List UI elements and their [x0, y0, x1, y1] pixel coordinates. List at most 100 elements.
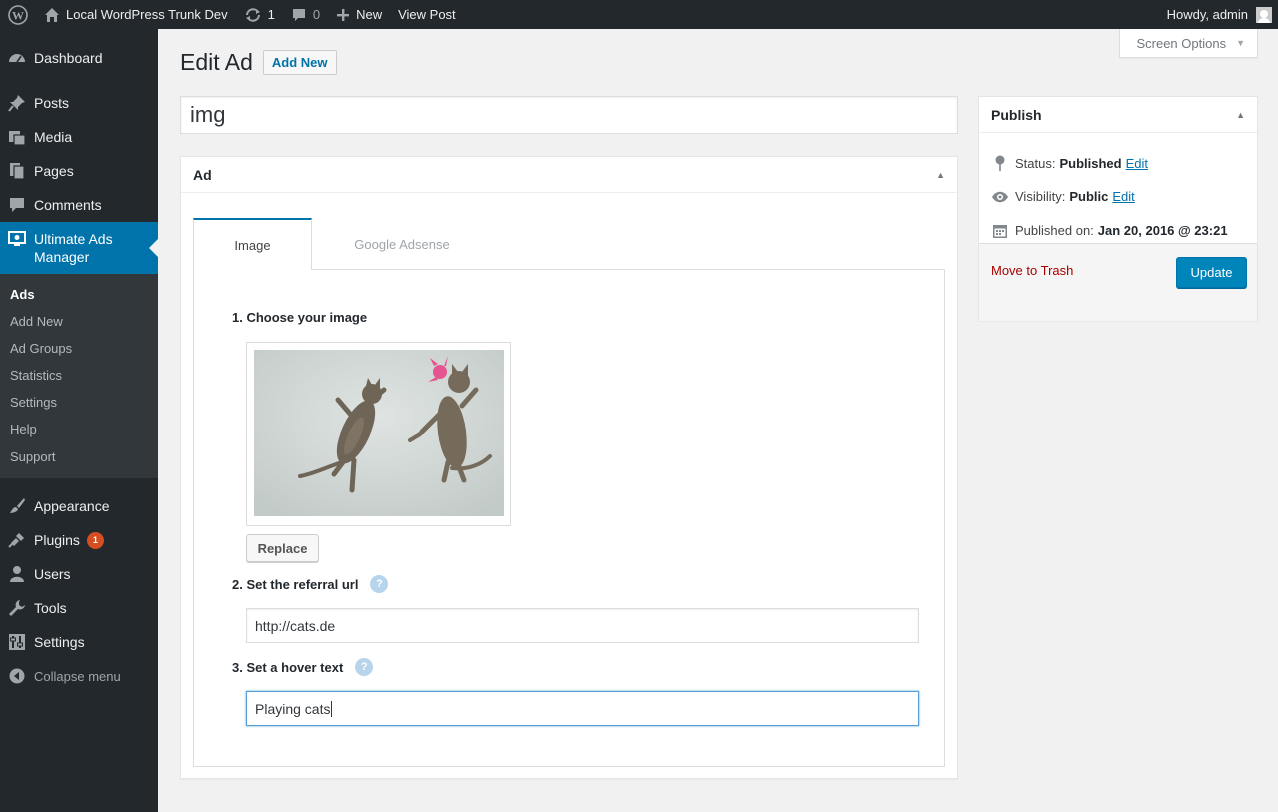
hover-text-label-text: 3. Set a hover text [232, 659, 344, 675]
sidebar-item-label: Dashboard [34, 50, 103, 66]
ad-metabox-header[interactable]: Ad ▲ [181, 157, 957, 193]
sidebar-item-tools[interactable]: Tools [0, 591, 158, 625]
sidebar-item-label: Settings [34, 634, 85, 650]
publish-metabox-header[interactable]: Publish ▲ [979, 97, 1257, 133]
plug-icon [8, 531, 26, 549]
home-icon [44, 7, 60, 23]
publish-actions: Move to Trash Update [979, 243, 1257, 321]
users-icon [8, 565, 26, 583]
choose-image-label: 1. Choose your image [232, 310, 367, 325]
referral-url-value: http://cats.de [255, 617, 336, 634]
my-account-link[interactable]: Howdy, admin [1159, 0, 1278, 29]
submenu-item-ad-groups[interactable]: Ad Groups [0, 335, 158, 362]
add-new-button[interactable]: Add New [262, 50, 337, 75]
collapse-toggle-icon[interactable]: ▲ [936, 170, 945, 180]
help-icon[interactable]: ? [370, 575, 389, 593]
sidebar-item-label: Comments [34, 197, 102, 213]
update-button[interactable]: Update [1176, 257, 1247, 288]
choose-image-label-text: 1. Choose your image [232, 310, 368, 325]
updates-icon [244, 7, 262, 23]
submenu-item-add-new[interactable]: Add New [0, 308, 158, 335]
submenu-item-help[interactable]: Help [0, 416, 158, 443]
ads-submenu: Ads Add New Ad Groups Statistics Setting… [0, 274, 158, 478]
new-content-link[interactable]: New [328, 0, 390, 29]
sidebar-item-media[interactable]: Media [0, 120, 158, 154]
collapse-menu-button[interactable]: Collapse menu [0, 659, 158, 693]
hover-text-value: Playing cats [255, 700, 331, 717]
paintbrush-icon [8, 497, 26, 515]
referral-url-label: 2. Set the referral url ? [232, 575, 389, 593]
sidebar-item-label: Tools [34, 600, 67, 616]
screen-options-label: Screen Options [1136, 35, 1227, 51]
submenu-item-support[interactable]: Support [0, 443, 158, 470]
pin-icon [991, 155, 1009, 171]
hover-text-label: 3. Set a hover text ? [232, 658, 374, 676]
visibility-value: Public [1069, 189, 1109, 204]
edit-status-link[interactable]: Edit [1126, 156, 1148, 171]
sidebar-item-label: Posts [34, 95, 70, 111]
publish-metabox: Publish ▲ Status: Published Edit Visibil… [978, 96, 1258, 321]
eye-icon [991, 191, 1009, 203]
status-value: Published [1059, 155, 1122, 171]
move-to-trash-link[interactable]: Move to Trash [991, 263, 1073, 278]
submenu-item-settings[interactable]: Settings [0, 389, 158, 416]
sidebar-item-users[interactable]: Users [0, 557, 158, 591]
visibility-label: Visibility: [1015, 189, 1066, 204]
comments-icon [8, 196, 26, 214]
sidebar-item-dashboard[interactable]: Dashboard [0, 41, 158, 75]
site-name-link[interactable]: Local WordPress Trunk Dev [36, 0, 236, 29]
main-content: Screen Options ▼ Edit Ad Add New img Ad … [158, 29, 1278, 812]
caret-down-icon: ▼ [1236, 38, 1245, 48]
referral-url-input[interactable]: http://cats.de [246, 608, 919, 643]
sidebar-item-appearance[interactable]: Appearance [0, 489, 158, 523]
published-on-value: Jan 20, 2016 @ 23:21 [1097, 223, 1228, 238]
edit-visibility-link[interactable]: Edit [1112, 189, 1134, 204]
collapse-toggle-icon[interactable]: ▲ [1236, 110, 1245, 120]
svg-text:W: W [12, 8, 24, 22]
sidebar-item-comments[interactable]: Comments [0, 188, 158, 222]
tab-google-adsense[interactable]: Google Adsense [312, 218, 492, 270]
collapse-arrow-icon [8, 667, 26, 685]
calendar-icon [991, 223, 1009, 239]
updates-link[interactable]: 1 [236, 0, 283, 29]
screen-options-button[interactable]: Screen Options ▼ [1119, 29, 1258, 58]
wrench-icon [8, 599, 26, 617]
page-header: Edit Ad Add New [180, 49, 337, 76]
sidebar-item-pages[interactable]: Pages [0, 154, 158, 188]
published-on-label: Published on: [1015, 223, 1094, 238]
sidebar-item-plugins[interactable]: Plugins 1 [0, 523, 158, 557]
status-label: Status: [1015, 155, 1056, 171]
help-icon[interactable]: ? [355, 658, 374, 676]
publish-metabox-title: Publish [991, 106, 1042, 123]
cats-image [254, 350, 504, 516]
status-row: Status: Published Edit [991, 155, 1148, 171]
ad-metabox: Ad ▲ Image Google Adsense 1. Choose your… [180, 156, 958, 779]
referral-url-label-text: 2. Set the referral url [232, 576, 359, 592]
view-post-link[interactable]: View Post [390, 0, 464, 29]
pushpin-icon [8, 94, 26, 112]
admin-bar: W Local WordPress Trunk Dev 1 0 New View… [0, 0, 1278, 29]
text-caret [331, 700, 333, 717]
visibility-row: Visibility: Public Edit [991, 189, 1135, 204]
post-title-input[interactable]: img [180, 96, 958, 134]
plus-icon [336, 8, 350, 22]
sidebar-item-label: Media [34, 129, 73, 145]
sidebar-item-settings[interactable]: Settings [0, 625, 158, 659]
hover-text-input[interactable]: Playing cats [246, 691, 919, 726]
comments-link[interactable]: 0 [283, 0, 328, 29]
ad-metabox-title: Ad [193, 166, 212, 183]
admin-sidebar: Dashboard Posts Media Pages Comments Ult… [0, 29, 158, 812]
submenu-item-ads[interactable]: Ads [0, 281, 158, 308]
sidebar-item-ultimate-ads-manager[interactable]: Ultimate Ads Manager [0, 222, 158, 274]
wordpress-logo-button[interactable]: W [0, 0, 36, 29]
tab-image[interactable]: Image [193, 218, 312, 270]
comment-icon [291, 7, 307, 23]
updates-count: 1 [267, 7, 275, 22]
image-tab-panel: 1. Choose your image Replace 2. Set the … [193, 269, 945, 767]
dashboard-icon [8, 49, 26, 67]
submenu-item-statistics[interactable]: Statistics [0, 362, 158, 389]
sidebar-item-label: Plugins [34, 532, 80, 548]
replace-image-button[interactable]: Replace [246, 534, 319, 562]
avatar [1256, 6, 1272, 23]
sidebar-item-posts[interactable]: Posts [0, 86, 158, 120]
